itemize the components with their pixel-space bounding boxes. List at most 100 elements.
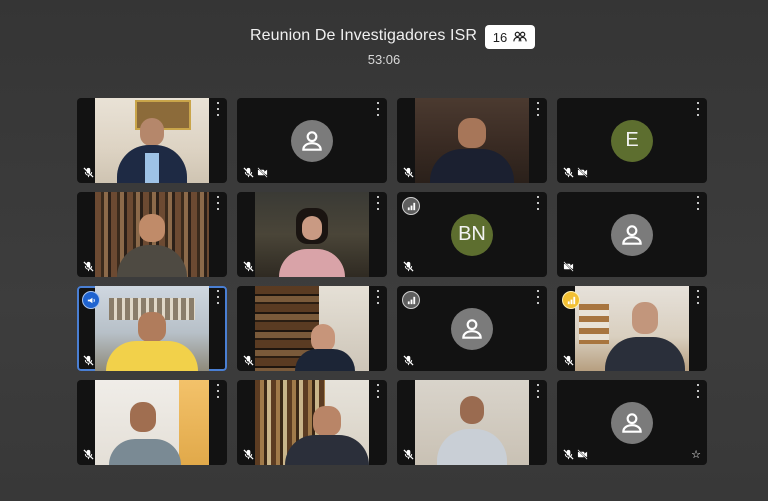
mic-off-icon bbox=[243, 261, 254, 272]
participant-head bbox=[138, 312, 166, 342]
participant-tile[interactable] bbox=[77, 380, 227, 465]
tile-status bbox=[243, 261, 254, 272]
participant-tile[interactable] bbox=[557, 192, 707, 277]
participant-shirt bbox=[145, 153, 159, 183]
participant-tile[interactable] bbox=[237, 286, 387, 371]
mic-off-icon bbox=[403, 167, 414, 178]
tile-status bbox=[563, 261, 574, 272]
mic-off-icon bbox=[403, 261, 414, 272]
participant-head bbox=[460, 396, 484, 424]
participant-tile[interactable] bbox=[557, 286, 707, 371]
more-options-icon[interactable] bbox=[213, 290, 223, 304]
participant-body bbox=[430, 149, 514, 183]
participant-count: 16 bbox=[492, 29, 508, 45]
meeting-header: Reunion De Investigadores ISR 16 53:06 bbox=[0, 25, 768, 76]
mic-off-icon bbox=[83, 261, 94, 272]
participant-tile[interactable] bbox=[77, 192, 227, 277]
participant-video bbox=[255, 286, 369, 371]
tile-status bbox=[243, 449, 254, 460]
person-placeholder-icon bbox=[302, 130, 322, 151]
participant-tile[interactable]: BN bbox=[397, 192, 547, 277]
meeting-window: Reunion De Investigadores ISR 16 53:06 E… bbox=[0, 0, 768, 501]
participant-tile[interactable] bbox=[237, 192, 387, 277]
mic-off-icon bbox=[243, 167, 254, 178]
more-options-icon[interactable] bbox=[533, 290, 543, 304]
tile-status bbox=[83, 449, 94, 460]
camera-off-icon bbox=[563, 261, 574, 272]
participant-tile[interactable] bbox=[397, 380, 547, 465]
person-placeholder-icon bbox=[622, 224, 642, 245]
participant-tile[interactable] bbox=[397, 98, 547, 183]
more-options-icon[interactable] bbox=[373, 290, 383, 304]
tile-status bbox=[563, 167, 588, 178]
more-options-icon[interactable] bbox=[213, 384, 223, 398]
more-options-icon[interactable] bbox=[693, 102, 703, 116]
mic-off-icon bbox=[563, 167, 574, 178]
more-options-icon[interactable] bbox=[693, 290, 703, 304]
person-placeholder-icon bbox=[622, 412, 642, 433]
mic-off-icon bbox=[83, 355, 94, 366]
participant-video bbox=[255, 380, 369, 465]
mic-off-icon bbox=[243, 449, 254, 460]
participant-head bbox=[139, 214, 165, 242]
participant-initials: BN bbox=[451, 213, 493, 256]
participant-head bbox=[632, 302, 658, 334]
participant-video bbox=[95, 192, 209, 277]
participant-video bbox=[95, 380, 209, 465]
participant-tile[interactable]: ☆ bbox=[557, 380, 707, 465]
tile-status bbox=[83, 167, 94, 178]
people-icon bbox=[513, 31, 527, 42]
shelf bbox=[579, 304, 609, 344]
signal-weak-icon bbox=[562, 291, 580, 309]
participant-tile[interactable] bbox=[237, 98, 387, 183]
meeting-title: Reunion De Investigadores ISR bbox=[250, 27, 478, 44]
participant-video bbox=[415, 98, 529, 183]
participant-body bbox=[437, 429, 507, 465]
meeting-timer: 53:06 bbox=[367, 52, 401, 67]
participant-tile[interactable] bbox=[237, 380, 387, 465]
more-options-icon[interactable] bbox=[533, 384, 543, 398]
participant-video bbox=[575, 286, 689, 371]
more-options-icon[interactable] bbox=[693, 384, 703, 398]
more-options-icon[interactable] bbox=[373, 102, 383, 116]
more-options-icon[interactable] bbox=[213, 196, 223, 210]
curtain bbox=[179, 380, 209, 465]
participant-video bbox=[95, 286, 209, 371]
participant-head bbox=[311, 324, 335, 352]
more-options-icon[interactable] bbox=[213, 102, 223, 116]
participant-tile-active-speaker[interactable] bbox=[77, 286, 227, 371]
participant-avatar bbox=[291, 119, 333, 162]
mic-off-icon bbox=[403, 449, 414, 460]
more-options-icon[interactable] bbox=[693, 196, 703, 210]
more-options-icon[interactable] bbox=[373, 196, 383, 210]
participant-body bbox=[295, 349, 355, 371]
mic-off-icon bbox=[563, 355, 574, 366]
tile-status bbox=[83, 355, 94, 366]
star-icon[interactable]: ☆ bbox=[691, 448, 701, 461]
mic-off-icon bbox=[83, 167, 94, 178]
participant-head bbox=[140, 118, 164, 146]
participant-tile[interactable]: E bbox=[557, 98, 707, 183]
participant-head bbox=[130, 402, 156, 432]
participant-avatar bbox=[451, 307, 493, 350]
participant-avatar bbox=[611, 213, 653, 256]
participant-tile[interactable] bbox=[77, 98, 227, 183]
participant-body bbox=[279, 249, 345, 277]
more-options-icon[interactable] bbox=[533, 102, 543, 116]
more-options-icon[interactable] bbox=[373, 384, 383, 398]
participant-tile[interactable] bbox=[397, 286, 547, 371]
participant-body bbox=[109, 439, 181, 465]
more-options-icon[interactable] bbox=[533, 196, 543, 210]
tile-status bbox=[403, 261, 414, 272]
tile-status bbox=[403, 355, 414, 366]
participant-head bbox=[458, 118, 486, 148]
camera-off-icon bbox=[577, 449, 588, 460]
person-placeholder-icon bbox=[462, 318, 482, 339]
participant-initials: E bbox=[611, 119, 653, 162]
participant-body bbox=[117, 245, 187, 277]
tile-status bbox=[243, 355, 254, 366]
mic-off-icon bbox=[83, 449, 94, 460]
participant-grid: E BN ☆ bbox=[77, 98, 707, 465]
participant-video bbox=[255, 192, 369, 277]
participant-count-button[interactable]: 16 bbox=[485, 25, 535, 49]
